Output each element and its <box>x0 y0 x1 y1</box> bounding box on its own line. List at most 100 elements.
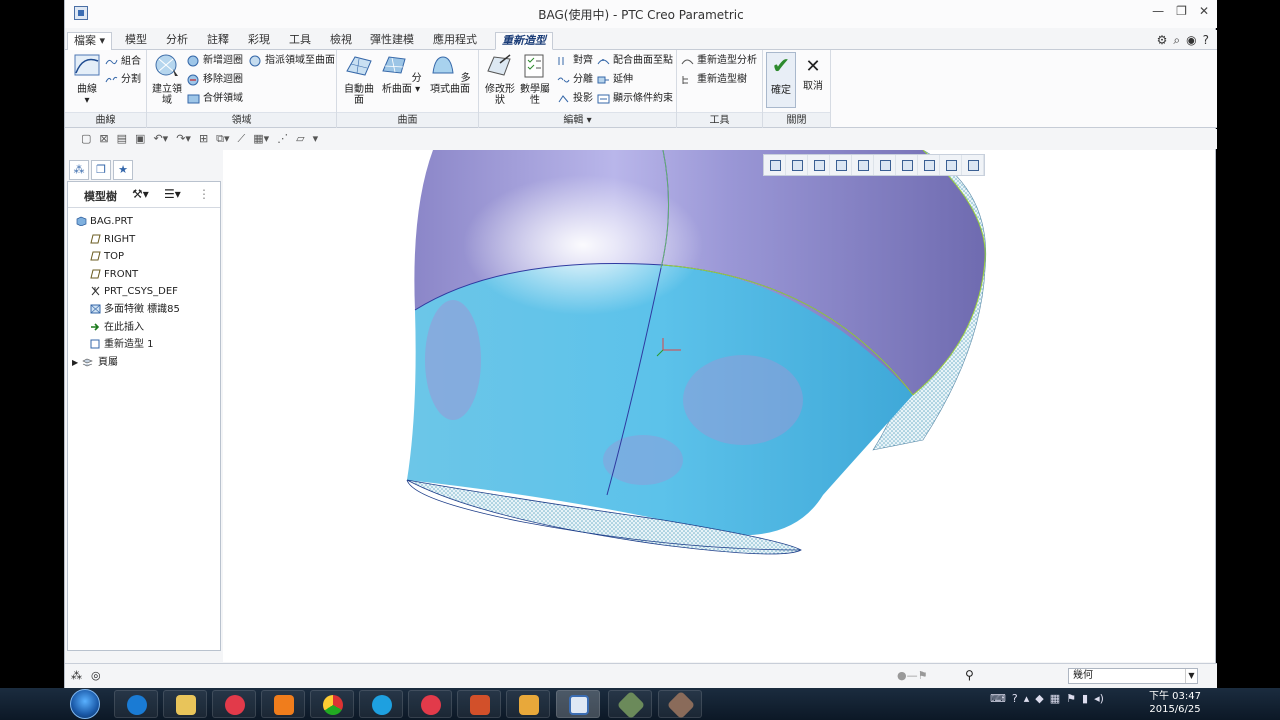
graphics-window[interactable] <box>223 150 1215 662</box>
tree-filter-icon[interactable]: ⋮ <box>198 187 210 201</box>
tab-tools[interactable]: 工具 <box>283 32 317 50</box>
tray-network-icon[interactable]: ▦ <box>1050 692 1060 705</box>
taskbar-app-2[interactable] <box>658 690 702 720</box>
combine-button[interactable]: 組合 <box>105 54 141 70</box>
start-button[interactable] <box>70 689 100 719</box>
new-file-icon[interactable]: ▢ <box>81 132 91 146</box>
scale-icon[interactable]: ▦▾ <box>253 132 269 146</box>
taskbar-explorer[interactable] <box>163 690 207 718</box>
tab-render[interactable]: 彩現 <box>242 32 276 50</box>
zoom-out-icon[interactable] <box>808 155 830 175</box>
redo-icon[interactable]: ↷▾ <box>176 132 191 146</box>
taskbar-outlook[interactable] <box>506 690 550 718</box>
group-label-edit[interactable]: 編輯 ▾ <box>479 112 676 127</box>
tree-settings-icon[interactable]: ⚒▾ <box>132 187 149 201</box>
save-icon[interactable]: ▣ <box>135 132 145 146</box>
add-loop-button[interactable]: 新增迴圈 <box>187 53 243 69</box>
taskbar-app-1[interactable] <box>608 690 652 720</box>
fit-to-points-button[interactable]: 配合曲面至點 <box>597 53 673 69</box>
separate-button[interactable]: 分離 <box>557 72 593 88</box>
tab-annotate[interactable]: 註釋 <box>201 32 235 50</box>
refit-icon[interactable] <box>764 155 786 175</box>
create-region-button[interactable]: 建立領域 <box>151 53 183 106</box>
split-curve-button[interactable]: 分割 <box>105 72 141 88</box>
undo-icon[interactable]: ↶▾ <box>153 132 168 146</box>
show-constraints-button[interactable]: 顯示條件約束 <box>597 91 673 107</box>
math-properties-button[interactable]: 數學屬性 <box>517 53 553 106</box>
tab-applications[interactable]: 應用程式 <box>427 32 483 50</box>
zoom-in-icon[interactable] <box>786 155 808 175</box>
tray-power-icon[interactable]: ▮ <box>1082 692 1088 705</box>
taskbar-powerpoint[interactable] <box>457 690 501 718</box>
help-icon[interactable]: ? <box>1203 33 1209 48</box>
tab-model[interactable]: 模型 <box>119 32 153 50</box>
taskbar-chrome[interactable] <box>310 690 354 718</box>
taskbar-itunes[interactable] <box>212 690 256 718</box>
bag-model-render[interactable] <box>223 150 1215 662</box>
tray-help-icon[interactable]: ? <box>1012 692 1018 705</box>
taskbar-skype[interactable] <box>359 690 403 718</box>
plane-icon[interactable]: ▱ <box>296 132 304 146</box>
tree-node-part[interactable]: BAG.PRT <box>74 213 180 231</box>
modify-shape-button[interactable]: 修改形狀 <box>483 53 517 106</box>
tree-node-front[interactable]: FRONT <box>88 266 180 284</box>
tree-node-layers[interactable]: ▶ 頁屬 <box>72 354 180 372</box>
saved-orientations-icon[interactable] <box>874 155 896 175</box>
polynomial-surface-button[interactable]: 多項式曲面 <box>425 53 475 95</box>
tree-node-csys[interactable]: PRT_CSYS_DEF <box>88 283 180 301</box>
assign-region-button[interactable]: 指派領域至曲面 <box>249 53 335 69</box>
open-file-icon[interactable]: ⊠ <box>99 132 108 146</box>
curve-button[interactable]: 曲線 ▾ <box>71 53 103 106</box>
regenerate-icon[interactable]: ⊞ <box>199 132 208 146</box>
analytic-surface-button[interactable]: 分析曲面 ▾ <box>379 53 423 95</box>
tree-node-top[interactable]: TOP <box>88 248 180 266</box>
favorites-tab-icon[interactable]: ★ <box>113 160 133 180</box>
model-tree-tab-icon[interactable]: ⁂ <box>69 160 89 180</box>
auto-surface-button[interactable]: 自動曲面 <box>341 53 377 106</box>
merge-region-button[interactable]: 合併領域 <box>187 91 243 107</box>
datum-display-icon[interactable] <box>918 155 940 175</box>
close-icon[interactable]: ✕ <box>1199 4 1209 18</box>
taskbar-itunes-2[interactable] <box>408 690 452 718</box>
customize-qat-icon[interactable]: ▾ <box>313 132 319 146</box>
tree-node-reshape[interactable]: 重新造型 1 <box>88 336 180 354</box>
reshape-tree-button[interactable]: 重新造型樹 <box>681 72 747 88</box>
cancel-button[interactable]: ✕ 取消 <box>799 53 827 92</box>
restore-icon[interactable]: ❐ <box>1176 4 1187 18</box>
align-button[interactable]: 對齊 <box>557 53 593 69</box>
project-button[interactable]: 投影 <box>557 91 593 107</box>
measure-icon[interactable]: ⟋ <box>238 132 246 146</box>
display-style-icon[interactable] <box>852 155 874 175</box>
tree-columns-icon[interactable]: ☰▾ <box>164 187 181 201</box>
reshape-analysis-button[interactable]: 重新造型分析 <box>681 53 757 69</box>
open-folder-icon[interactable]: ▤ <box>117 132 127 146</box>
tab-analysis[interactable]: 分析 <box>160 32 194 50</box>
file-menu[interactable]: 檔案 ▾ <box>67 32 113 50</box>
tab-reshape[interactable]: 重新造型 <box>495 32 553 50</box>
find-icon[interactable]: ⚲ <box>965 668 974 682</box>
tab-view[interactable]: 檢視 <box>324 32 358 50</box>
show-navigator-icon[interactable]: ⁂ <box>71 669 82 682</box>
selection-filter-dropdown[interactable]: 幾何 ▼ <box>1068 668 1198 684</box>
taskbar-ie[interactable] <box>114 690 158 718</box>
tray-flag-icon[interactable]: ⚑ <box>1066 692 1076 705</box>
show-browser-icon[interactable]: ◎ <box>91 669 101 682</box>
view-manager-icon[interactable] <box>896 155 918 175</box>
settings-icon[interactable]: ⚙ <box>1157 33 1168 48</box>
search-icon[interactable]: ⌕ <box>1173 33 1180 48</box>
ok-button[interactable]: ✔ 確定 <box>766 52 796 108</box>
tray-keyboard-icon[interactable]: ⌨ <box>990 692 1006 705</box>
taskbar-media[interactable] <box>261 690 305 718</box>
tray-volume-icon[interactable]: ◂) <box>1094 692 1104 705</box>
tray-app-icon[interactable]: ◆ <box>1035 692 1043 705</box>
tree-node-insert-here[interactable]: 在此插入 <box>88 319 180 337</box>
annotation-display-icon[interactable] <box>940 155 962 175</box>
remove-loop-button[interactable]: 移除迴圈 <box>187 72 243 88</box>
tree-node-right[interactable]: RIGHT <box>88 231 180 249</box>
tree-node-facet[interactable]: 多面特徵 標識85 <box>88 301 180 319</box>
repaint-icon[interactable] <box>830 155 852 175</box>
minimize-icon[interactable]: — <box>1152 4 1164 18</box>
datum-icon[interactable]: ⋰ <box>277 132 288 146</box>
tray-expand-icon[interactable]: ▴ <box>1024 692 1030 705</box>
windows-icon[interactable]: ⧉▾ <box>216 132 229 146</box>
